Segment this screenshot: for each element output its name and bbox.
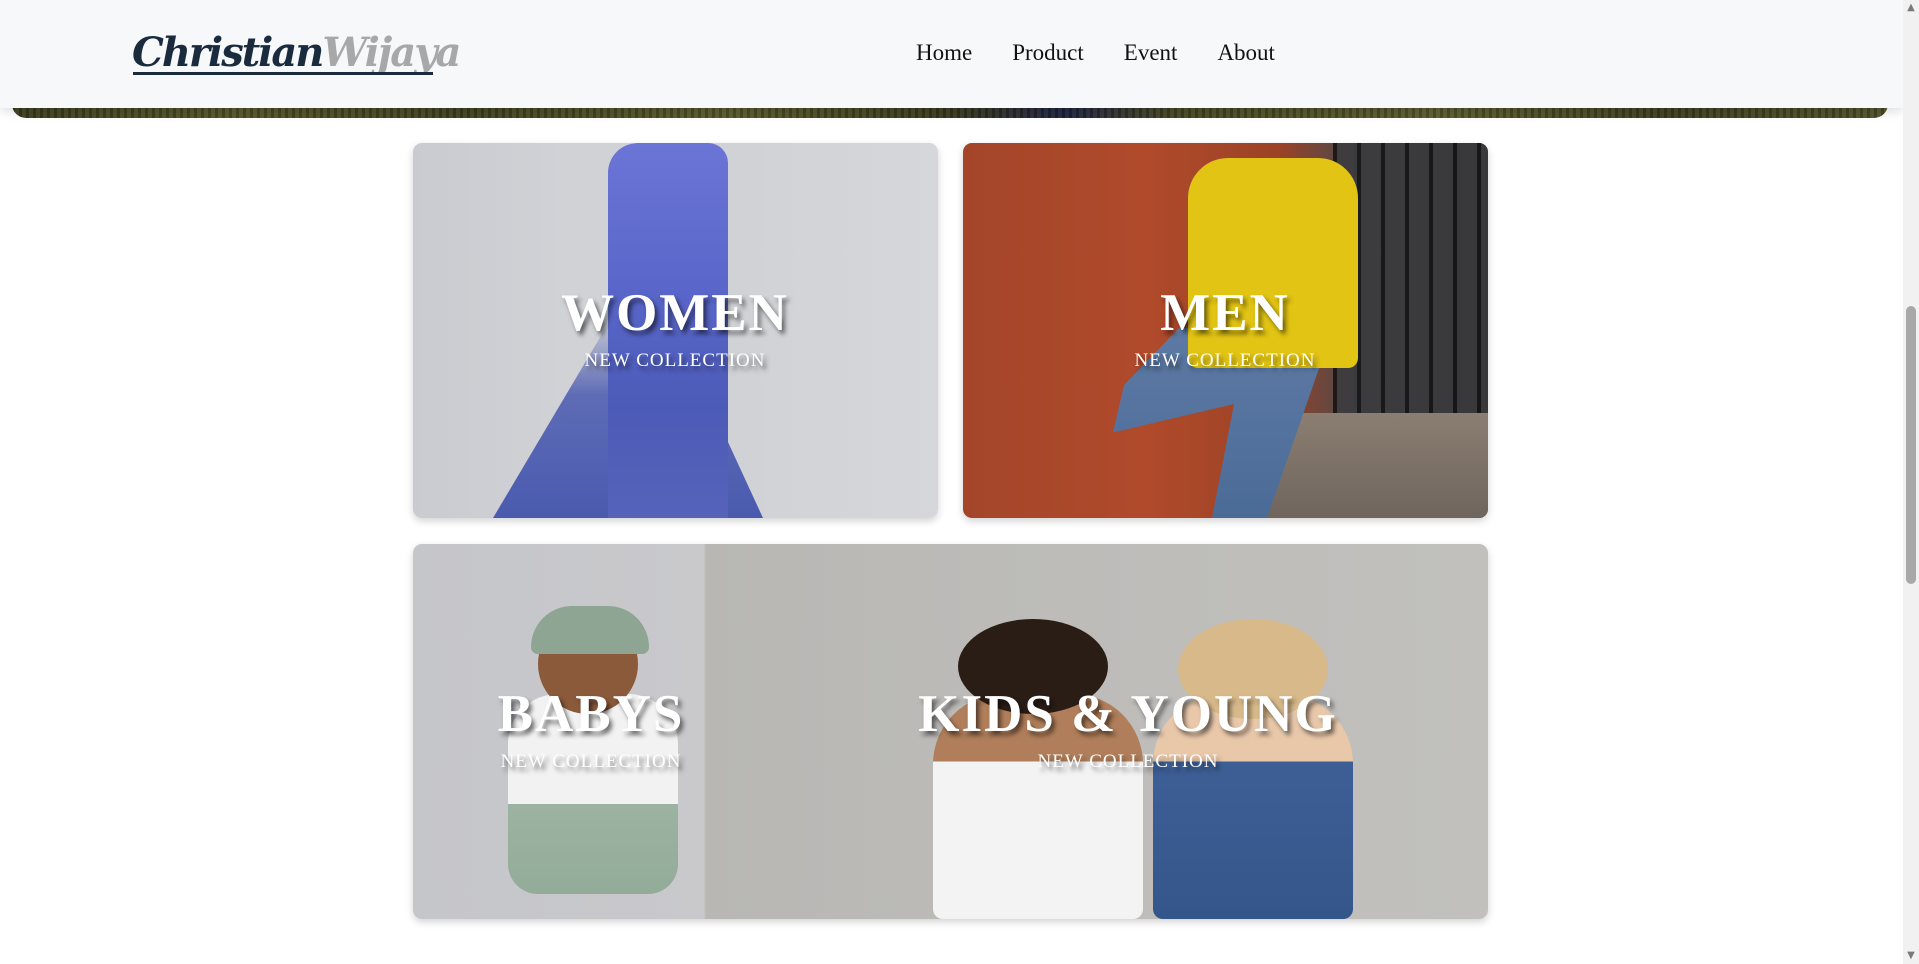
scroll-thumb[interactable] bbox=[1906, 306, 1916, 584]
category-label-babys[interactable]: BABYS NEW COLLECTION bbox=[413, 686, 801, 774]
category-card-women[interactable]: WOMEN NEW COLLECTION bbox=[413, 143, 938, 518]
scroll-down-icon[interactable]: ▼ bbox=[1903, 948, 1919, 964]
category-label-men: MEN NEW COLLECTION bbox=[1015, 285, 1435, 373]
category-title-women: WOMEN bbox=[561, 284, 789, 342]
category-card-men[interactable]: MEN NEW COLLECTION bbox=[963, 143, 1488, 518]
category-subtitle-kids: NEW COLLECTION bbox=[1037, 751, 1219, 772]
brand-logo-first: Christian bbox=[132, 29, 324, 76]
nav-link-product[interactable]: Product bbox=[1012, 38, 1084, 68]
category-subtitle-women: NEW COLLECTION bbox=[584, 350, 766, 371]
nav-link-event[interactable]: Event bbox=[1124, 38, 1178, 68]
main-nav: Home Product Event About bbox=[916, 38, 1315, 68]
nav-link-home[interactable]: Home bbox=[916, 38, 972, 68]
category-subtitle-babys: NEW COLLECTION bbox=[500, 751, 682, 772]
page: ChristianWijaya Home Product Event About… bbox=[0, 0, 1903, 964]
category-label-kids[interactable]: KIDS & YOUNG NEW COLLECTION bbox=[918, 686, 1338, 774]
category-title-men: MEN bbox=[1160, 284, 1290, 342]
vertical-scrollbar[interactable]: ▲ ▼ bbox=[1903, 0, 1919, 964]
category-subtitle-men: NEW COLLECTION bbox=[1134, 350, 1316, 371]
category-title-kids: KIDS & YOUNG bbox=[918, 685, 1338, 743]
navbar: ChristianWijaya Home Product Event About bbox=[0, 0, 1903, 108]
scroll-up-icon[interactable]: ▲ bbox=[1903, 0, 1919, 16]
baby-cap-image bbox=[531, 606, 649, 654]
category-card-kids: BABYS NEW COLLECTION KIDS & YOUNG NEW CO… bbox=[413, 544, 1488, 919]
category-label-women: WOMEN NEW COLLECTION bbox=[465, 285, 885, 373]
category-title-babys: BABYS bbox=[497, 685, 685, 743]
nav-link-about[interactable]: About bbox=[1217, 38, 1275, 68]
brand-logo-underline bbox=[133, 72, 433, 75]
brand-logo[interactable]: ChristianWijaya bbox=[132, 29, 461, 76]
brand-logo-last: Wijaya bbox=[322, 29, 461, 76]
